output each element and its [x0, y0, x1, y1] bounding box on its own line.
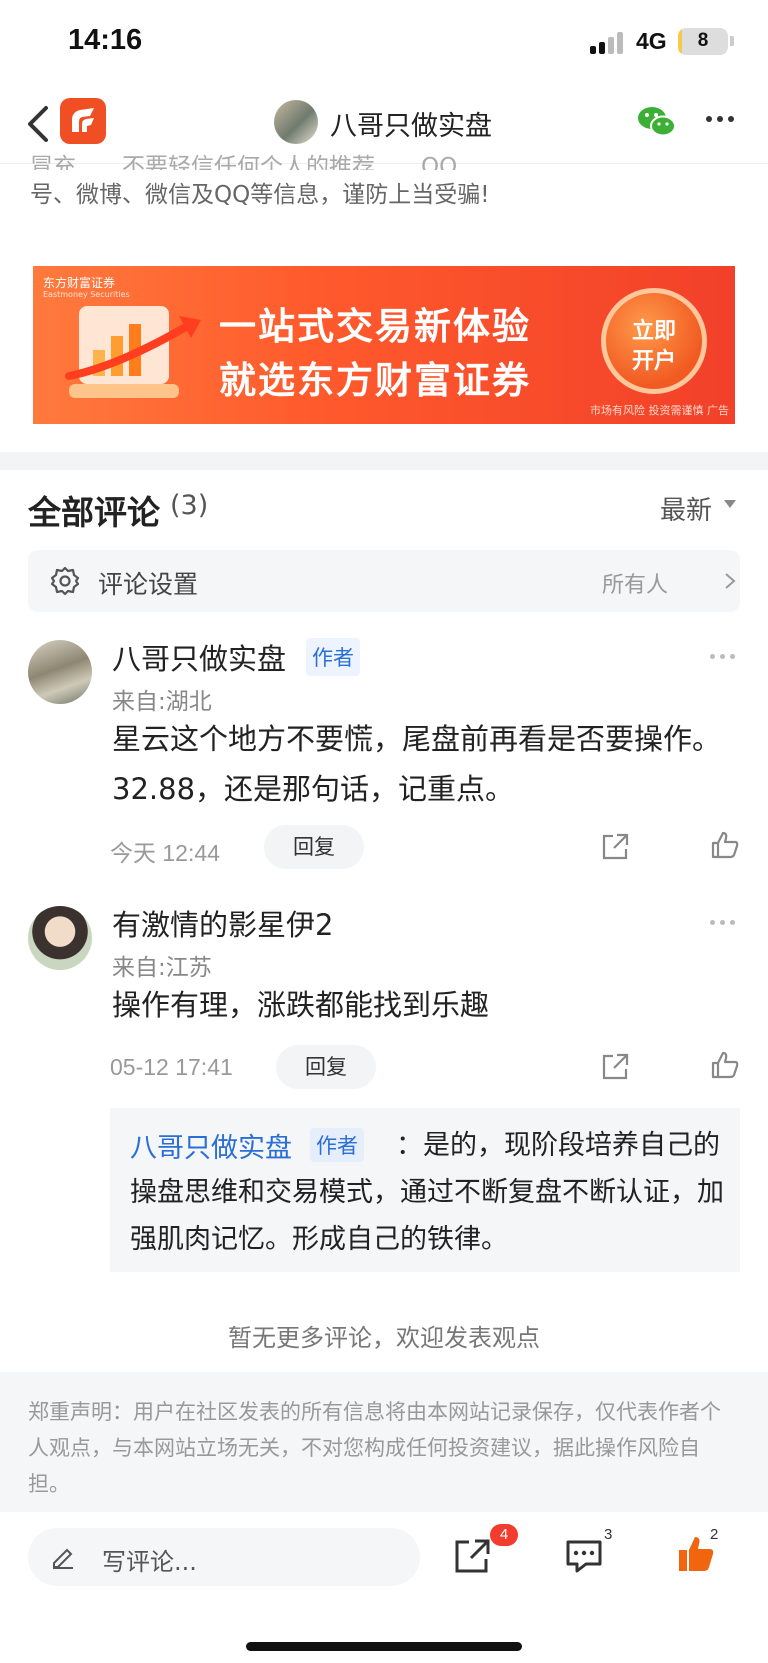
- disclaimer-text: 郑重声明：用户在社区发表的所有信息将由本网站记录保存，仅代表作者个人观点，与本网…: [28, 1400, 721, 1496]
- avatar[interactable]: [28, 906, 92, 970]
- reply-button[interactable]: 回复: [264, 825, 364, 869]
- warning-text: 号、微博、微信及QQ等信息，谨防上当受骗!: [30, 182, 490, 208]
- comment-author-name[interactable]: 八哥只做实盘: [112, 636, 286, 678]
- sort-dropdown[interactable]: 最新: [660, 490, 712, 527]
- more-icon[interactable]: [710, 654, 740, 660]
- comments-count: (3): [170, 490, 209, 521]
- cta-line-1: 立即: [631, 319, 676, 344]
- sub-reply[interactable]: ：是的，现阶段培养自己的操盘思维和交易模式，通过不断复盘不断认证，加强肌肉记忆。…: [110, 1108, 740, 1272]
- battery-percent: 8: [697, 30, 709, 51]
- warning-text-cut: 冒充……不要轻信任何个人的推荐……QQ……: [30, 154, 504, 170]
- bottom-bar: 写评论... 4 3 2: [0, 1512, 768, 1663]
- back-icon[interactable]: [22, 104, 58, 144]
- wechat-icon[interactable]: [636, 104, 678, 140]
- comment-text: 操作有理，涨跌都能找到乐趣: [112, 988, 490, 1022]
- share-badge: 4: [490, 1524, 518, 1546]
- comment-settings-label: 评论设置: [98, 570, 199, 599]
- reply-button[interactable]: 回复: [276, 1045, 376, 1089]
- share-icon[interactable]: [452, 1536, 492, 1576]
- home-indicator: [246, 1642, 522, 1651]
- status-time: 14:16: [68, 24, 143, 56]
- comments-title: 全部评论: [28, 493, 160, 532]
- no-more-comments: 暂无更多评论，欢迎发表观点: [228, 1324, 540, 1352]
- section-divider: [0, 452, 768, 470]
- comment-settings-value: 所有人: [602, 573, 669, 598]
- comment-count: 3: [604, 1526, 613, 1543]
- network-type: 4G: [636, 28, 667, 54]
- disclaimer-box: 郑重声明：用户在社区发表的所有信息将由本网站记录保存，仅代表作者个人观点，与本网…: [0, 1372, 768, 1512]
- cta-line-2: 开户: [631, 349, 676, 374]
- caret-down-icon[interactable]: [724, 500, 736, 508]
- rising-chart-illustration: [65, 306, 201, 398]
- chevron-right-icon: [724, 572, 736, 590]
- comment-location: 来自:湖北: [112, 689, 212, 715]
- pen-icon: [50, 1543, 76, 1569]
- comment-author-name[interactable]: 有激情的影星伊2: [112, 902, 333, 944]
- comment-placeholder: 写评论...: [102, 1548, 197, 1576]
- gear-icon: [50, 566, 80, 596]
- comment-settings-row[interactable]: 评论设置 所有人: [28, 550, 740, 612]
- battery-tip: [730, 36, 734, 46]
- banner-headline-2: 就选东方财富证券: [219, 359, 531, 402]
- author-badge: 作者: [306, 638, 360, 676]
- cellular-signal-icon: [590, 32, 626, 54]
- comment-text: 星云这个地方不要慌，尾盘前再看是否要操作。32.88，还是那句话，记重点。: [112, 722, 722, 806]
- comment-time: 今天 12:44: [110, 840, 220, 866]
- share-icon[interactable]: [600, 1052, 630, 1082]
- comment-input[interactable]: 写评论...: [28, 1528, 420, 1586]
- like-count: 2: [710, 1526, 719, 1543]
- ad-risk-notice: 市场有风险 投资需谨慎 广告: [590, 404, 729, 417]
- eastmoney-logo-icon[interactable]: [60, 98, 106, 144]
- banner-brand: 东方财富证券: [43, 276, 116, 290]
- like-icon[interactable]: [710, 1050, 740, 1080]
- comment-icon[interactable]: [564, 1536, 604, 1576]
- ad-banner[interactable]: 东方财富证券 Eastmoney Securities 一站式交易新体验 就选东…: [33, 266, 735, 424]
- comment-location: 来自:江苏: [112, 955, 212, 981]
- battery-icon: 8: [678, 28, 728, 55]
- more-icon[interactable]: [710, 920, 740, 926]
- author-badge: 作者: [310, 1128, 364, 1162]
- author-avatar[interactable]: [274, 100, 318, 144]
- like-icon[interactable]: [710, 830, 740, 860]
- open-account-button[interactable]: 立即 开户: [601, 288, 707, 394]
- banner-headline-1: 一站式交易新体验: [219, 305, 531, 348]
- page-title[interactable]: 八哥只做实盘: [330, 104, 492, 143]
- share-icon[interactable]: [600, 832, 630, 862]
- status-bar: 14:16 4G 8: [0, 0, 768, 84]
- comment-time: 05-12 17:41: [110, 1054, 233, 1080]
- sub-reply-author[interactable]: 八哥只做实盘: [130, 1126, 292, 1165]
- avatar[interactable]: [28, 640, 92, 704]
- more-icon[interactable]: [706, 116, 738, 126]
